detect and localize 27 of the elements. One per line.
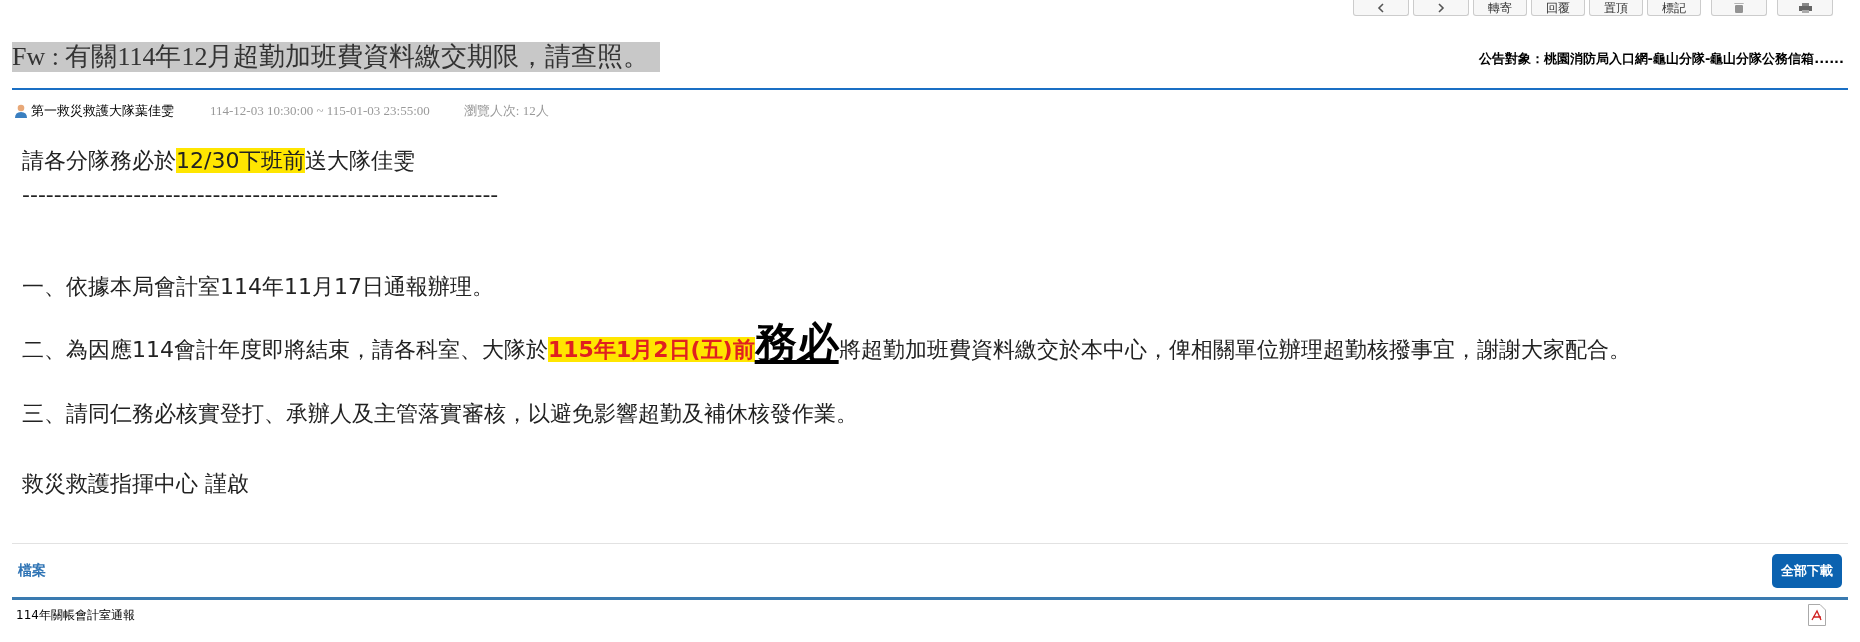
previous-button[interactable] (1353, 0, 1409, 16)
toolbar-button[interactable]: 標記 (1647, 0, 1701, 16)
delete-button[interactable] (1711, 0, 1767, 16)
toolbar-button[interactable]: 轉寄 (1473, 0, 1527, 16)
section-heading: 檔案 (18, 561, 46, 580)
toolbar-button[interactable]: 回覆 (1531, 0, 1585, 16)
date-range: 114-12-03 10:30:00 ~ 115-01-03 23:55:00 (210, 102, 430, 121)
body-paragraph: 救災救護指揮中心 謹啟 (22, 470, 250, 498)
trash-icon (1733, 2, 1745, 13)
print-button[interactable] (1777, 0, 1833, 16)
file-link[interactable]: 114年關帳會計室通報 (16, 606, 135, 624)
body-paragraph: ------------------------------------------------------------ (22, 181, 500, 209)
author-name: 第一救災救護大隊葉佳雯 (31, 102, 174, 121)
back-icon (1376, 2, 1386, 13)
body-paragraph: 三、請同仁務必核實登打、承辦人及主管落實審核，以避免影響超勤及補休核發作業。 (22, 400, 859, 428)
toolbar-button[interactable]: 置頂 (1589, 0, 1643, 16)
body-paragraph: 二、為因應114會計年度即將結束，請各科室、大隊於115年1月2日(五)前務必將超勤加班費資料繳交於本中心，俾相關單位辦理超勤核撥事宜，謝謝大家配合。 (22, 322, 1632, 367)
message-title: Fw : 有關114年12月超勤加班費資料繳交期限，請查照。 (12, 42, 660, 72)
user-icon (14, 104, 28, 118)
body-paragraph: 一、依據本局會計室114年11月17日通報辦理。 (22, 273, 495, 301)
next-button[interactable] (1413, 0, 1469, 16)
download-all-button[interactable]: 全部下載 (1772, 553, 1842, 588)
audience-label: 公告對象：桃園消防局入口網-龜山分隊-龜山分隊公務信箱...... (1478, 49, 1845, 68)
view-count: 瀏覽人次: 12人 (463, 102, 549, 121)
pdf-file-icon[interactable] (1808, 604, 1826, 626)
print-icon (1798, 2, 1812, 13)
forward-icon (1436, 2, 1446, 13)
